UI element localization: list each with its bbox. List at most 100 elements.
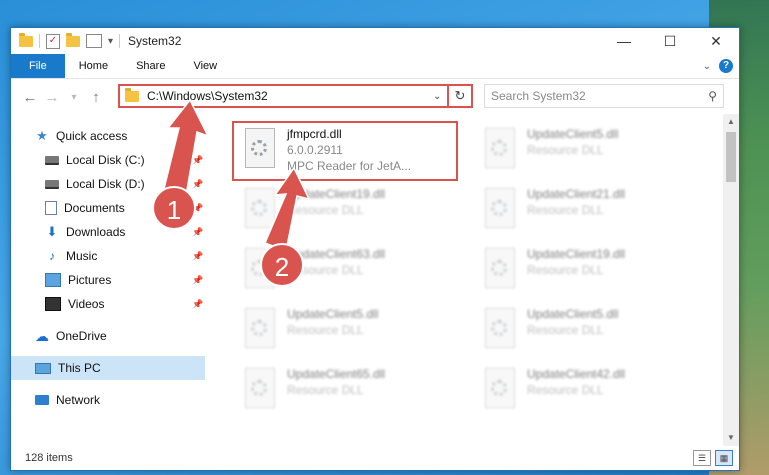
back-arrow-icon[interactable]: ← [19,89,41,106]
large-icons-view-icon[interactable]: ▦ [715,450,733,466]
cloud-icon: ☁ [35,328,49,344]
search-input[interactable]: Search System32 ⚲ [484,84,724,108]
network-icon [35,395,49,405]
file-type: Resource DLL [287,323,364,337]
file-name: UpdateClient5.dll [527,127,619,141]
address-path[interactable]: C:\Windows\System32 [147,89,433,103]
address-bar[interactable]: C:\Windows\System32 ⌄ ↻ [118,84,473,108]
dll-file-icon [479,368,519,410]
sidebar-item-this-pc[interactable]: This PC [11,356,205,380]
sidebar-item-downloads[interactable]: ⬇ Downloads 📌 [45,222,204,242]
sidebar-item-quick-access[interactable]: ★ Quick access [35,126,127,146]
refresh-icon[interactable]: ↻ [447,86,471,106]
pin-icon[interactable]: 📌 [192,299,203,310]
scroll-thumb[interactable] [726,132,736,182]
dll-file-icon [479,248,519,290]
sidebar-item-local-disk-d[interactable]: Local Disk (D:) 📌 [45,174,203,194]
tab-file[interactable]: File [11,54,65,78]
file-type: Resource DLL [287,203,364,217]
up-arrow-icon[interactable]: ↑ [85,89,107,106]
sidebar-item-onedrive[interactable]: ☁ OneDrive [35,326,107,346]
scroll-up-icon[interactable]: ▲ [723,114,739,130]
details-view-icon[interactable]: ☰ [693,450,711,466]
sidebar-item-network[interactable]: Network [35,390,100,410]
file-type: Resource DLL [527,263,604,277]
toolbar-dropdown-icon[interactable]: ▾ [108,36,113,47]
file-type: Resource DLL [527,203,604,217]
file-type: Resource DLL [287,383,364,397]
gear-icon [251,200,267,216]
sidebar-item-local-disk-c[interactable]: Local Disk (C:) 📌 [45,150,203,170]
videos-icon [45,297,61,311]
view-switcher: ☰ ▦ [693,450,739,466]
file-item[interactable]: UpdateClient5.dll Resource DLL [233,302,453,358]
dll-file-icon [239,188,279,230]
tab-home[interactable]: Home [65,54,122,78]
pin-icon[interactable]: 📌 [192,227,203,238]
maximize-button[interactable]: ☐ [647,28,693,54]
file-item[interactable]: UpdateClient21.dll Resource DLL [473,182,693,238]
pictures-icon [45,273,61,287]
file-item[interactable]: UpdateClient5.dll Resource DLL [473,302,693,358]
gear-icon [251,320,267,336]
dll-file-icon [479,308,519,350]
recent-locations-icon[interactable]: ▾ [63,92,85,103]
folder-icon [19,32,33,47]
file-type: Resource DLL [527,143,604,157]
navigation-pane: ★ Quick access Local Disk (C:) 📌 Local D… [11,114,205,446]
close-button[interactable]: ✕ [693,28,739,54]
file-explorer-window: ✓ ▾ System32 — ☐ ✕ File Home Share View … [10,27,740,471]
chevron-down-icon[interactable]: ⌄ [433,91,447,102]
forward-arrow-icon[interactable]: → [41,89,63,106]
ribbon-tabs: File Home Share View ⌄ ? [11,54,739,79]
title-bar: ✓ ▾ System32 — ☐ ✕ [11,28,739,54]
expand-ribbon-icon[interactable]: ⌄ [703,61,711,72]
main-area: ★ Quick access Local Disk (C:) 📌 Local D… [11,114,739,446]
download-icon: ⬇ [46,224,58,239]
sidebar-item-label: Local Disk (C:) [66,153,145,167]
file-name: UpdateClient5.dll [287,307,379,321]
file-item[interactable]: UpdateClient65.dll Resource DLL [233,362,453,418]
gear-icon [491,200,507,216]
search-placeholder: Search System32 [491,89,586,103]
pin-icon[interactable]: 📌 [192,179,203,190]
minimize-button[interactable]: — [601,28,647,54]
sidebar-item-videos[interactable]: Videos 📌 [45,294,203,314]
file-type: Resource DLL [527,323,604,337]
sidebar-item-music[interactable]: ♪ Music 📌 [45,246,203,266]
sidebar-item-label: OneDrive [56,329,107,343]
divider [39,34,40,48]
file-item[interactable]: UpdateClient19.dll Resource DLL [233,182,453,238]
scroll-down-icon[interactable]: ▼ [723,430,739,446]
navigation-bar: ← → ▾ ↑ C:\Windows\System32 ⌄ ↻ Search S… [11,79,739,115]
document-icon [45,201,57,215]
tab-view[interactable]: View [179,54,231,78]
step-1-badge: 1 [152,186,196,230]
customize-toolbar-icon[interactable] [86,34,102,48]
pin-icon[interactable]: 📌 [192,155,203,166]
sidebar-item-pictures[interactable]: Pictures 📌 [45,270,203,290]
dll-file-icon [479,188,519,230]
vertical-scrollbar[interactable]: ▲ ▼ [723,114,739,446]
search-icon[interactable]: ⚲ [708,89,717,103]
file-name: UpdateClient19.dll [527,247,626,261]
gear-icon [491,140,507,156]
sidebar-item-label: Downloads [66,225,126,239]
tab-share[interactable]: Share [122,54,179,78]
file-item[interactable]: UpdateClient42.dll Resource DLL [473,362,693,418]
window-controls: — ☐ ✕ [601,28,739,54]
file-item[interactable]: UpdateClient5.dll Resource DLL [473,122,693,178]
help-icon[interactable]: ? [719,59,733,73]
file-item[interactable]: UpdateClient19.dll Resource DLL [473,242,693,298]
properties-check-icon[interactable]: ✓ [46,33,60,49]
pin-icon[interactable]: 📌 [192,275,203,286]
star-icon: ★ [36,128,48,143]
new-folder-icon[interactable] [66,32,80,47]
file-name: UpdateClient19.dll [287,187,386,201]
ribbon-right: ⌄ ? [703,59,739,73]
dll-file-icon [479,128,519,170]
pin-icon[interactable]: 📌 [192,251,203,262]
disk-icon [45,179,59,189]
sidebar-item-documents[interactable]: Documents 📌 [45,198,203,218]
file-name: UpdateClient21.dll [527,187,626,201]
